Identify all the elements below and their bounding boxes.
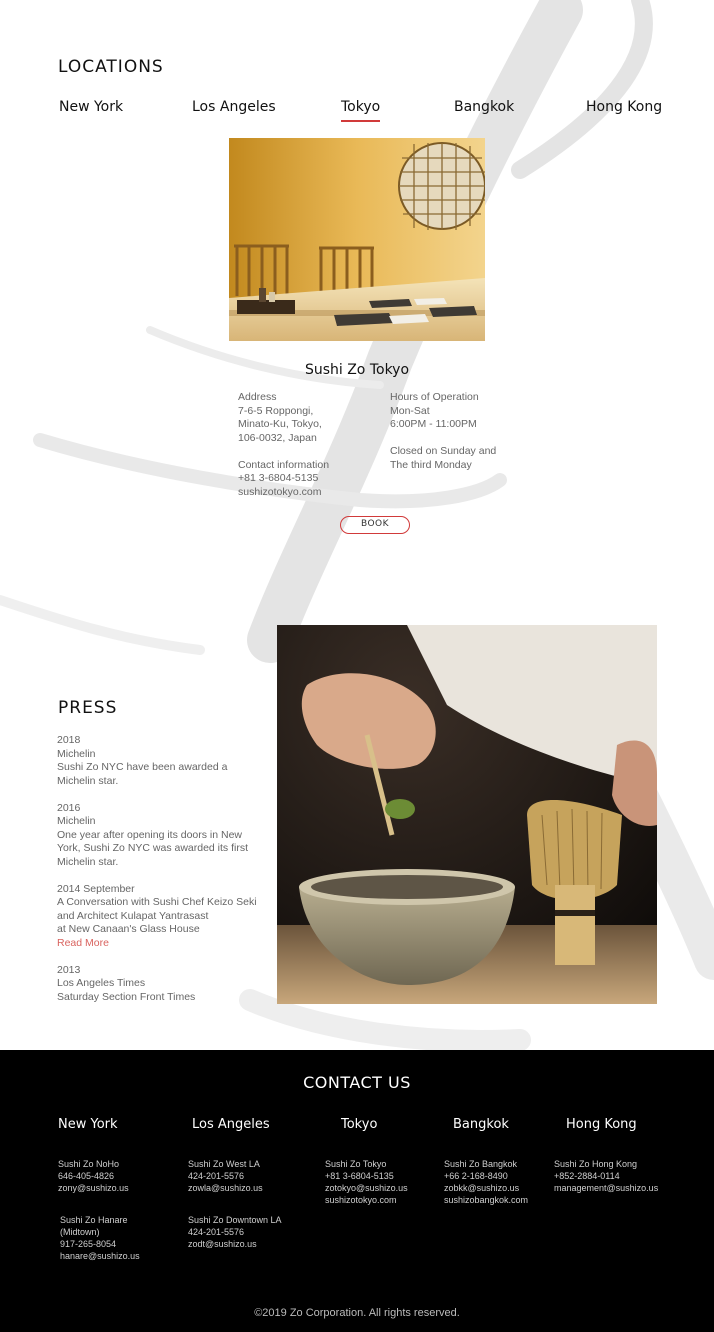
tab-los-angeles[interactable]: Los Angeles	[192, 99, 276, 115]
contact-email[interactable]: zodt@sushizo.us	[188, 1238, 282, 1250]
contact-website[interactable]: sushizobangkok.com	[444, 1194, 528, 1206]
tokyo-restaurant-photo	[229, 138, 485, 341]
contact-phone[interactable]: +81 3-6804-5135	[238, 472, 378, 486]
footer-city-tokyo: Tokyo	[341, 1117, 378, 1132]
press-entry: 2014 September A Conversation with Sushi…	[57, 883, 257, 951]
address-contact-column: Address 7-6-5 Roppongi, Minato-Ku, Tokyo…	[238, 391, 378, 499]
contact-block-noho: Sushi Zo NoHo 646-405-4826 zony@sushizo.…	[58, 1158, 129, 1194]
contact-footer: CONTACT US New York Los Angeles Tokyo Ba…	[0, 1050, 714, 1332]
contact-name: Sushi Zo Tokyo	[325, 1159, 387, 1169]
contact-block-hong-kong: Sushi Zo Hong Kong +852-2884-0114 manage…	[554, 1158, 658, 1194]
hours-days: Mon-Sat	[390, 404, 430, 417]
contact-block-downtown-la: Sushi Zo Downtown LA 424-201-5576 zodt@s…	[188, 1214, 282, 1250]
address-line: 7-6-5 Roppongi,	[238, 404, 314, 417]
closed-note: The third Monday	[390, 458, 472, 471]
tab-new-york[interactable]: New York	[59, 99, 123, 115]
contact-block-west-la: Sushi Zo West LA 424-201-5576 zowla@sush…	[188, 1158, 263, 1194]
copyright-text: ©2019 Zo Corporation. All rights reserve…	[254, 1307, 460, 1319]
contact-phone[interactable]: +852-2884-0114	[554, 1170, 658, 1182]
contact-block-tokyo: Sushi Zo Tokyo +81 3-6804-5135 zotokyo@s…	[325, 1158, 408, 1206]
contact-name: Sushi Zo West LA	[188, 1159, 260, 1169]
hours-column: Hours of Operation Mon-Sat 6:00PM - 11:0…	[390, 391, 530, 472]
contact-block-bangkok: Sushi Zo Bangkok +66 2-168-8490 zobkk@su…	[444, 1158, 528, 1206]
address-line: 106-0032, Japan	[238, 431, 317, 444]
contact-phone[interactable]: +66 2-168-8490	[444, 1170, 528, 1182]
matcha-photo	[277, 625, 657, 1004]
closed-note: Closed on Sunday and	[390, 445, 497, 457]
address-line: Minato-Ku, Tokyo,	[238, 418, 322, 430]
contact-name: Sushi Zo Hanare	[60, 1215, 128, 1225]
press-entry: 2016 Michelin One year after opening its…	[57, 802, 257, 870]
press-year: 2016	[57, 801, 81, 814]
contact-email[interactable]: management@sushizo.us	[554, 1182, 658, 1194]
locations-heading: LOCATIONS	[58, 57, 164, 77]
location-name: Sushi Zo Tokyo	[304, 362, 410, 378]
press-text: York, Sushi Zo NYC was awarded its first	[57, 842, 249, 854]
press-text: Saturday Section Front Times	[57, 990, 196, 1003]
contact-name: Sushi Zo Hong Kong	[554, 1159, 638, 1169]
press-source: Los Angeles Times	[57, 977, 146, 989]
footer-city-new-york: New York	[58, 1117, 118, 1132]
contact-phone[interactable]: 917-265-8054	[60, 1238, 140, 1250]
contact-email[interactable]: zobkk@sushizo.us	[444, 1182, 528, 1194]
contact-email[interactable]: zowla@sushizo.us	[188, 1182, 263, 1194]
address-label: Address	[238, 391, 277, 403]
read-more-link[interactable]: Read More	[57, 937, 257, 951]
hours-time: 6:00PM - 11:00PM	[390, 418, 477, 430]
press-entry: 2013 Los Angeles Times Saturday Section …	[57, 964, 257, 1005]
contact-phone[interactable]: 424-201-5576	[188, 1226, 282, 1238]
press-heading: PRESS	[58, 698, 118, 718]
footer-city-los-angeles: Los Angeles	[192, 1117, 270, 1132]
contact-name: Sushi Zo Bangkok	[444, 1159, 518, 1169]
press-list: 2018 Michelin Sushi Zo NYC have been awa…	[57, 734, 257, 1018]
press-text: One year after opening its doors in New	[57, 828, 243, 841]
press-text: Michelin star.	[57, 774, 119, 787]
press-entry: 2018 Michelin Sushi Zo NYC have been awa…	[57, 734, 257, 788]
contact-website[interactable]: sushizotokyo.com	[325, 1194, 408, 1206]
press-text: at New Canaan's Glass House	[57, 923, 200, 935]
press-year: 2014 September	[57, 882, 135, 895]
footer-city-hong-kong: Hong Kong	[566, 1117, 637, 1132]
tab-tokyo[interactable]: Tokyo	[341, 99, 381, 122]
press-text: and Architect Kulapat Yantrasast	[57, 909, 209, 922]
press-year: 2018	[57, 734, 81, 746]
contact-phone[interactable]: 646-405-4826	[58, 1170, 129, 1182]
tab-bangkok[interactable]: Bangkok	[454, 99, 514, 115]
contact-name: Sushi Zo Downtown LA	[188, 1215, 282, 1225]
book-button[interactable]: BOOK	[340, 516, 410, 534]
contact-email[interactable]: hanare@sushizo.us	[60, 1250, 140, 1262]
press-year: 2013	[57, 963, 81, 976]
contact-phone[interactable]: 424-201-5576	[188, 1170, 263, 1182]
press-source: Michelin	[57, 815, 96, 827]
contact-heading: CONTACT US	[303, 1073, 411, 1092]
hours-label: Hours of Operation	[390, 391, 479, 403]
contact-name: (Midtown)	[60, 1227, 100, 1237]
press-text: Sushi Zo NYC have been awarded a	[57, 761, 228, 773]
press-source: Michelin	[57, 747, 96, 760]
contact-block-hanare: Sushi Zo Hanare (Midtown) 917-265-8054 h…	[60, 1214, 140, 1262]
contact-website[interactable]: sushizotokyo.com	[238, 486, 378, 500]
footer-city-bangkok: Bangkok	[453, 1117, 509, 1132]
tab-hong-kong[interactable]: Hong Kong	[586, 99, 662, 115]
contact-email[interactable]: zony@sushizo.us	[58, 1182, 129, 1194]
contact-phone[interactable]: +81 3-6804-5135	[325, 1170, 408, 1182]
contact-email[interactable]: zotokyo@sushizo.us	[325, 1182, 408, 1194]
contact-label: Contact information	[238, 458, 330, 471]
contact-name: Sushi Zo NoHo	[58, 1159, 120, 1169]
press-text: Michelin star.	[57, 855, 119, 868]
press-text: A Conversation with Sushi Chef Keizo Sek…	[57, 896, 257, 908]
